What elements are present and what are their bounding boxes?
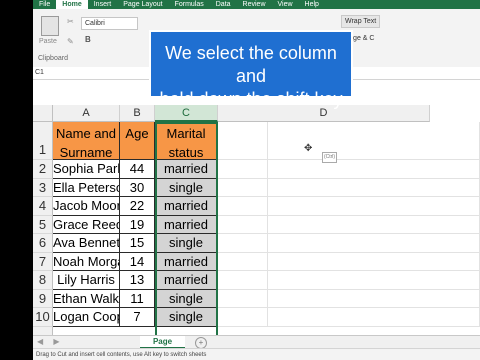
marital-cell[interactable]: married [155, 160, 218, 179]
tab-help[interactable]: Help [299, 0, 325, 9]
table-cell[interactable] [268, 308, 480, 327]
scissors-icon[interactable]: ✂ [67, 17, 77, 27]
marital-cell[interactable]: single [155, 289, 218, 308]
name-cell[interactable]: Logan Cooper [53, 308, 120, 327]
clipboard-group-label: Clipboard [38, 55, 68, 62]
name-cell[interactable]: Noah Morgan [53, 252, 120, 271]
mouse-cursor-icon: ✥ [304, 143, 313, 154]
tab-view[interactable]: View [272, 0, 299, 9]
age-cell[interactable]: 19 [120, 215, 155, 234]
marital-cell[interactable]: single [155, 234, 218, 253]
table-cell[interactable] [268, 160, 480, 179]
marital-cell[interactable]: married [155, 215, 218, 234]
name-box[interactable]: C1 [35, 68, 75, 77]
row-header-4[interactable]: 4 [33, 197, 53, 216]
name-cell[interactable]: Ava Bennett [53, 234, 120, 253]
ribbon-tabs: File Home Insert Page Layout Formulas Data Rev… [33, 0, 480, 9]
table-cell[interactable] [268, 197, 480, 216]
table-cell[interactable] [218, 252, 268, 271]
age-cell[interactable]: 15 [120, 234, 155, 253]
table-cell[interactable] [218, 160, 268, 179]
row-header-6[interactable]: 6 [33, 234, 53, 253]
name-cell[interactable]: Sophia Parker [53, 160, 120, 179]
table-cell[interactable] [218, 234, 268, 253]
select-all-corner[interactable] [33, 105, 53, 122]
tab-formulas[interactable]: Formulas [169, 0, 210, 9]
clipboard-icon [41, 16, 59, 36]
marital-cell[interactable]: single [155, 178, 218, 197]
status-bar: Drag to Cut and insert cell contents, us… [33, 348, 480, 360]
table-cell[interactable] [268, 252, 480, 271]
caption-callout: We select the column and hold down the s… [149, 30, 353, 109]
table-cell[interactable] [268, 271, 480, 290]
table-cell[interactable] [218, 308, 268, 327]
age-cell[interactable]: 13 [120, 271, 155, 290]
marital-cell[interactable]: married [155, 252, 218, 271]
left-black-bar [0, 0, 33, 360]
column-header-b[interactable]: B [120, 105, 155, 122]
paste-label: Paste [39, 38, 57, 45]
age-cell[interactable]: 30 [120, 178, 155, 197]
caption-line-2: hold down the shift key [159, 89, 343, 109]
bold-button[interactable]: B [85, 35, 91, 44]
tab-data[interactable]: Data [210, 0, 237, 9]
table-cell[interactable] [268, 289, 480, 308]
header-cell-age[interactable]: Age [120, 122, 155, 160]
marital-cell[interactable]: single [155, 308, 218, 327]
marital-cell[interactable]: married [155, 197, 218, 216]
header-cell-marital[interactable]: Marital status [155, 122, 218, 160]
row-header-7[interactable]: 7 [33, 252, 53, 271]
tab-review[interactable]: Review [237, 0, 272, 9]
paste-button[interactable]: Paste [37, 14, 63, 45]
age-cell[interactable]: 14 [120, 252, 155, 271]
marital-cell[interactable]: married [155, 271, 218, 290]
row-header-8[interactable]: 8 [33, 271, 53, 290]
header-cell-name[interactable]: Name and Surname [53, 122, 120, 160]
table-cell[interactable] [268, 122, 480, 160]
excel-window: File Home Insert Page Layout Formulas Data Rev… [33, 0, 480, 360]
table-cell[interactable] [268, 178, 480, 197]
age-cell[interactable]: 7 [120, 308, 155, 327]
age-cell[interactable]: 11 [120, 289, 155, 308]
table-cell[interactable] [268, 234, 480, 253]
table-cell[interactable] [268, 215, 480, 234]
sheet-tab-bar: ◀ ▶ Page + [33, 335, 480, 349]
table-cell[interactable] [218, 215, 268, 234]
caption-line-1: We select the column and [165, 43, 337, 86]
name-cell[interactable]: Jacob Moore [53, 197, 120, 216]
row-header-5[interactable]: 5 [33, 215, 53, 234]
name-cell[interactable]: Lily Harris [53, 271, 120, 290]
row-header-9[interactable]: 9 [33, 289, 53, 308]
table-cell[interactable] [218, 271, 268, 290]
table-cell[interactable] [218, 289, 268, 308]
format-painter-icon[interactable]: ✎ [67, 37, 77, 47]
row-header-10[interactable]: 10 [33, 308, 53, 327]
wrap-text-button[interactable]: Wrap Text [341, 15, 381, 28]
table-cell[interactable] [218, 178, 268, 197]
age-cell[interactable]: 22 [120, 197, 155, 216]
tab-page-layout[interactable]: Page Layout [117, 0, 168, 9]
row-header-2[interactable]: 2 [33, 160, 53, 179]
table-cell[interactable] [218, 197, 268, 216]
name-cell[interactable]: Grace Reed [53, 215, 120, 234]
paste-options-icon[interactable]: (Ctrl) [322, 152, 337, 163]
font-name-box[interactable]: Calibri [81, 17, 138, 30]
age-cell[interactable]: 44 [120, 160, 155, 179]
tab-file[interactable]: File [33, 0, 56, 9]
name-cell[interactable]: Ethan Walker [53, 289, 120, 308]
tab-home[interactable]: Home [56, 0, 88, 9]
table-cell[interactable] [218, 122, 268, 160]
name-cell[interactable]: Ella Peterson [53, 178, 120, 197]
column-header-a[interactable]: A [53, 105, 120, 122]
worksheet-grid: A B C D 1 2 3 4 5 6 7 8 9 10 Name and Surname Age Marita… [33, 105, 480, 345]
row-header-1[interactable]: 1 [33, 122, 53, 160]
tab-insert[interactable]: Insert [88, 0, 118, 9]
row-header-3[interactable]: 3 [33, 178, 53, 197]
sheet-nav-arrows-icon[interactable]: ◀ ▶ [37, 337, 64, 346]
